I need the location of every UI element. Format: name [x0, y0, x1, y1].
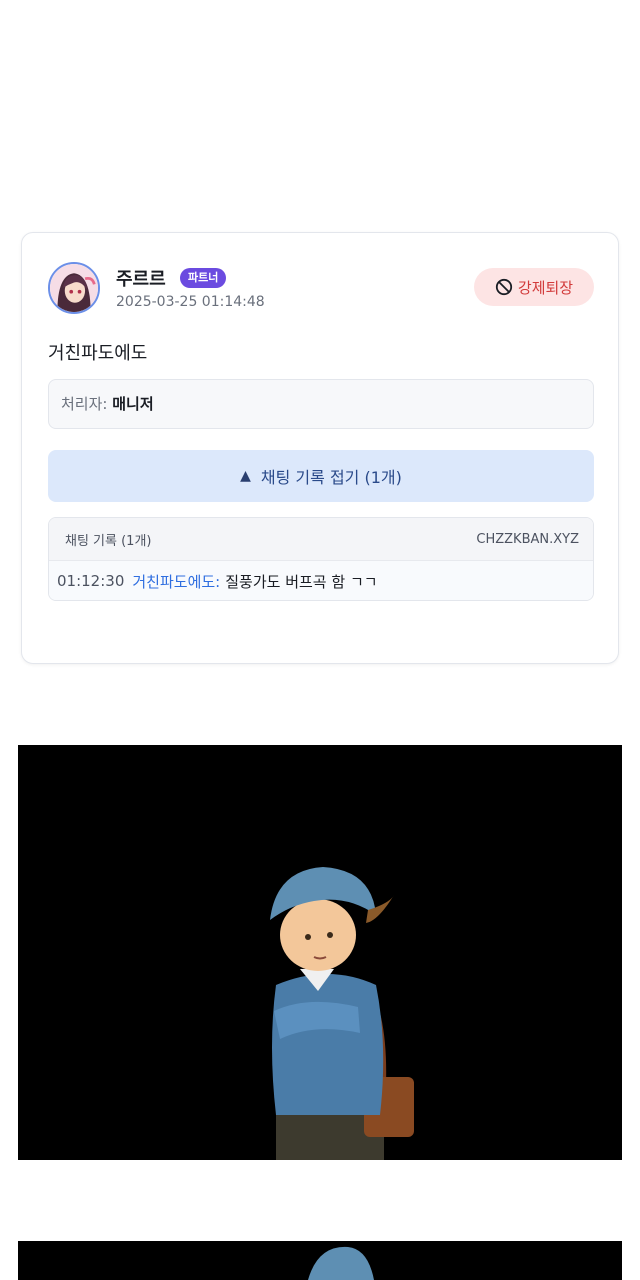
- chat-log: 채팅 기록 (1개) CHZZKBAN.XYZ 01:12:30 거친파도에도:…: [48, 517, 594, 601]
- collapse-chat-log-label: 채팅 기록 접기 (1개): [260, 468, 402, 487]
- chat-log-title: 채팅 기록 (1개): [65, 533, 152, 549]
- handler-label: 처리자:: [61, 395, 108, 413]
- handler-box: 처리자: 매니저: [48, 379, 594, 429]
- chat-log-user[interactable]: 거친파도에도:: [132, 571, 220, 592]
- cartoon-image: [18, 745, 622, 1160]
- chat-log-header: 채팅 기록 (1개) CHZZKBAN.XYZ: [49, 518, 593, 561]
- partner-badge: 파트너: [180, 268, 227, 288]
- chat-ban-card: 주르르 파트너 2025-03-25 01:14:48 강제퇴장 거친파도에도 …: [21, 232, 619, 664]
- triangle-up-icon: ▲: [240, 468, 251, 484]
- reported-message: 거친파도에도: [48, 343, 148, 364]
- handler-name: 매니저: [112, 395, 154, 413]
- timestamp: 2025-03-25 01:14:48: [116, 294, 265, 310]
- chat-log-text: 질풍가도 버프곡 함 ㄱㄱ: [225, 572, 378, 591]
- username: 주르르: [116, 269, 166, 290]
- chat-log-source[interactable]: CHZZKBAN.XYZ: [476, 532, 579, 547]
- prohibit-icon: [495, 278, 512, 296]
- kick-button-label: 강제퇴장: [517, 278, 574, 297]
- cartoon-image-2: [18, 1241, 622, 1280]
- chat-log-time: 01:12:30: [57, 572, 125, 590]
- kick-button[interactable]: 강제퇴장: [474, 268, 594, 306]
- collapse-chat-log-button[interactable]: ▲ 채팅 기록 접기 (1개): [48, 450, 594, 502]
- avatar: [48, 262, 100, 314]
- chat-log-entry: 01:12:30 거친파도에도: 질풍가도 버프곡 함 ㄱㄱ: [49, 561, 593, 600]
